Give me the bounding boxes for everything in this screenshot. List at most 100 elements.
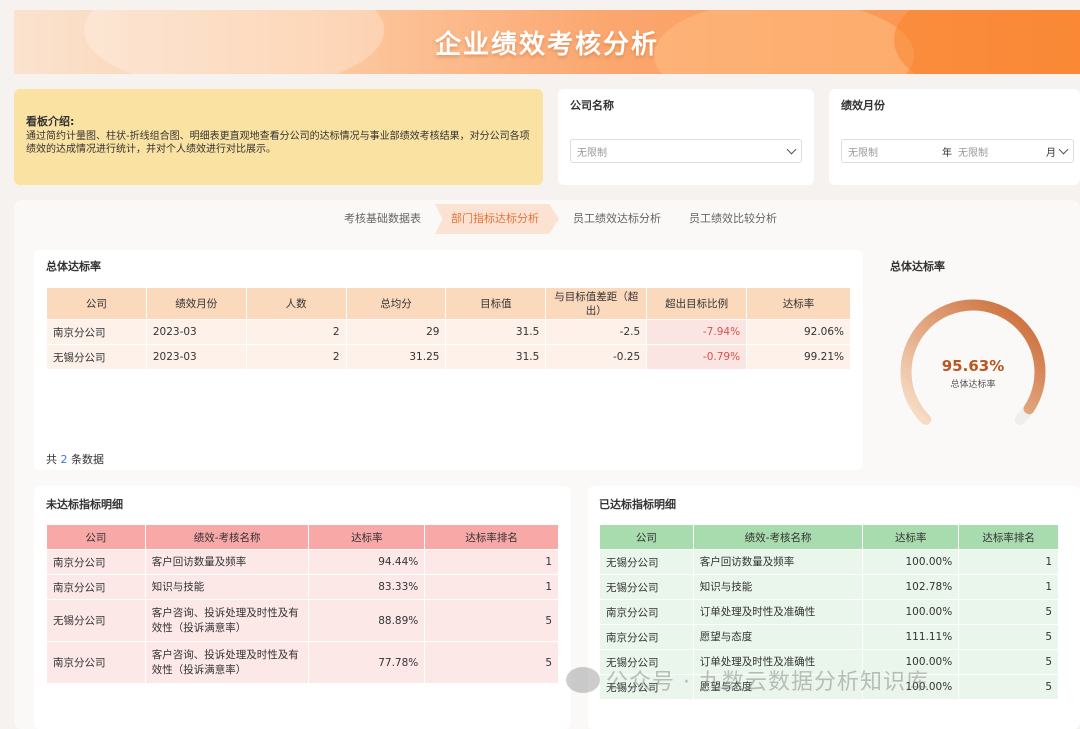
cell: 2023-03 — [145, 319, 247, 345]
header-banner: 企业绩效考核分析 — [14, 10, 1080, 74]
cell: 无锡分公司 — [599, 549, 694, 575]
col-company: 公司 — [46, 287, 147, 320]
year-unit: 年 — [942, 147, 952, 159]
cell: 南京分公司 — [46, 319, 147, 345]
cell: 南京分公司 — [599, 599, 694, 625]
cell: 1 — [424, 574, 559, 600]
gauge-title: 总体达标率 — [890, 260, 945, 273]
record-count: 共 2 条数据 — [46, 451, 104, 467]
cell: 31.25 — [345, 344, 447, 370]
tab-bar: 考核基础数据表 部门指标达标分析 员工绩效达标分析 员工绩效比较分析 — [330, 203, 791, 235]
cell: 111.11% — [862, 624, 960, 650]
table-row: 南京分公司 订单处理及时性及准确性 100.00% 5 — [599, 599, 1059, 625]
cell: -2.5 — [545, 319, 648, 345]
cell: -7.94% — [646, 319, 748, 345]
cell: -0.25 — [545, 344, 648, 370]
month-select-group: 无限制 年 无限制 月 — [841, 139, 1074, 163]
record-count-prefix: 共 — [46, 453, 57, 466]
company-filter-label: 公司名称 — [570, 99, 614, 112]
col-rate: 达标率 — [308, 524, 426, 550]
table-row: 无锡分公司 客户咨询、投诉处理及时性及有效性（投诉满意率） 88.89% 5 — [46, 599, 559, 642]
cell: 2 — [245, 344, 347, 370]
company-filter: 公司名称 无限制 — [558, 89, 814, 185]
year-select-value: 无限制 — [848, 147, 878, 159]
cell: -0.79% — [646, 344, 748, 370]
col-rate: 达标率 — [746, 287, 851, 320]
month-select[interactable]: 无限制 月 — [952, 140, 1073, 162]
table-row: 南京分公司 愿望与态度 111.11% 5 — [599, 624, 1059, 650]
col-count: 人数 — [245, 287, 347, 320]
cell: 客户回访数量及频率 — [692, 549, 864, 575]
wechat-icon — [566, 667, 600, 693]
cell: 102.78% — [862, 574, 960, 600]
intro-panel: 看板介绍: 通过简约计量图、柱状-折线组合图、明细表更直观地查看分公司的达标情况… — [14, 89, 543, 185]
month-filter: 绩效月份 无限制 年 无限制 月 — [829, 89, 1080, 185]
overall-title: 总体达标率 — [46, 260, 101, 273]
overall-table: 公司 绩效月份 人数 总均分 目标值 与目标值差距（超出） 超出目标比例 达标率… — [46, 287, 851, 370]
tab-basic-data[interactable]: 考核基础数据表 — [330, 204, 435, 234]
cell: 1 — [424, 549, 559, 575]
cell: 29 — [345, 319, 447, 345]
intro-heading: 看板介绍: — [26, 115, 75, 128]
col-gap: 与目标值差距（超出） — [545, 287, 648, 320]
cell: 5 — [958, 649, 1059, 675]
watermark-text: 公众号 · 九数云数据分析知识库 — [606, 670, 929, 695]
table-row: 南京分公司 知识与技能 83.33% 1 — [46, 574, 559, 600]
cell: 南京分公司 — [46, 641, 146, 684]
cell: 77.78% — [308, 641, 426, 684]
record-count-number: 2 — [60, 453, 68, 466]
cell: 无锡分公司 — [46, 344, 147, 370]
col-rate: 达标率 — [862, 524, 960, 550]
cell: 5 — [958, 674, 1059, 700]
record-count-suffix: 条数据 — [71, 453, 104, 466]
cell: 愿望与态度 — [692, 624, 864, 650]
table-row: 南京分公司 客户咨询、投诉处理及时性及有效性（投诉满意率） 77.78% 5 — [46, 641, 559, 684]
cell: 客户咨询、投诉处理及时性及有效性（投诉满意率） — [144, 641, 310, 684]
company-select-value: 无限制 — [577, 147, 607, 159]
cell: 无锡分公司 — [46, 599, 146, 642]
cell: 100.00% — [862, 549, 960, 575]
col-month: 绩效月份 — [145, 287, 247, 320]
tab-department-analysis[interactable]: 部门指标达标分析 — [435, 204, 559, 234]
month-filter-label: 绩效月份 — [841, 99, 885, 112]
table-row: 无锡分公司 2023-03 2 31.25 31.5 -0.25 -0.79% … — [46, 344, 851, 370]
chevron-down-icon — [1058, 144, 1069, 155]
month-select-value: 无限制 — [958, 147, 988, 159]
cell: 5 — [424, 599, 559, 642]
col-target: 目标值 — [445, 287, 547, 320]
tab-employee-analysis[interactable]: 员工绩效达标分析 — [559, 204, 675, 234]
cell: 知识与技能 — [144, 574, 310, 600]
col-exceed-ratio: 超出目标比例 — [646, 287, 748, 320]
page-title: 企业绩效考核分析 — [434, 30, 659, 60]
cell: 1 — [958, 549, 1059, 575]
cell: 31.5 — [445, 319, 547, 345]
table-row: 南京分公司 2023-03 2 29 31.5 -2.5 -7.94% 92.0… — [46, 319, 851, 345]
col-kpi-name: 绩效-考核名称 — [692, 524, 864, 550]
cell: 无锡分公司 — [599, 574, 694, 600]
col-kpi-name: 绩效-考核名称 — [144, 524, 310, 550]
table-row: 无锡分公司 客户回访数量及频率 100.00% 1 — [599, 549, 1059, 575]
tab-employee-comparison[interactable]: 员工绩效比较分析 — [675, 204, 791, 234]
gauge-value: 95.63% — [941, 357, 1005, 375]
year-select[interactable]: 无限制 年 — [842, 140, 952, 162]
met-title: 已达标指标明细 — [599, 498, 676, 511]
cell: 客户咨询、投诉处理及时性及有效性（投诉满意率） — [144, 599, 310, 642]
cell: 99.21% — [746, 344, 851, 370]
col-rank: 达标率排名 — [424, 524, 559, 550]
watermark: 公众号 · 九数云数据分析知识库 — [566, 664, 929, 696]
cell: 88.89% — [308, 599, 426, 642]
cell: 5 — [958, 624, 1059, 650]
cell: 客户回访数量及频率 — [144, 549, 310, 575]
col-company: 公司 — [599, 524, 694, 550]
cell: 83.33% — [308, 574, 426, 600]
company-select[interactable]: 无限制 — [570, 139, 802, 163]
col-rank: 达标率排名 — [958, 524, 1059, 550]
cell: 100.00% — [862, 599, 960, 625]
cell: 94.44% — [308, 549, 426, 575]
unmet-title: 未达标指标明细 — [46, 498, 123, 511]
cell: 92.06% — [746, 319, 851, 345]
unmet-table: 公司 绩效-考核名称 达标率 达标率排名 南京分公司 客户回访数量及频率 94.44… — [46, 524, 559, 684]
cell: 1 — [958, 574, 1059, 600]
col-company: 公司 — [46, 524, 146, 550]
gauge-label: 总体达标率 — [950, 380, 996, 390]
